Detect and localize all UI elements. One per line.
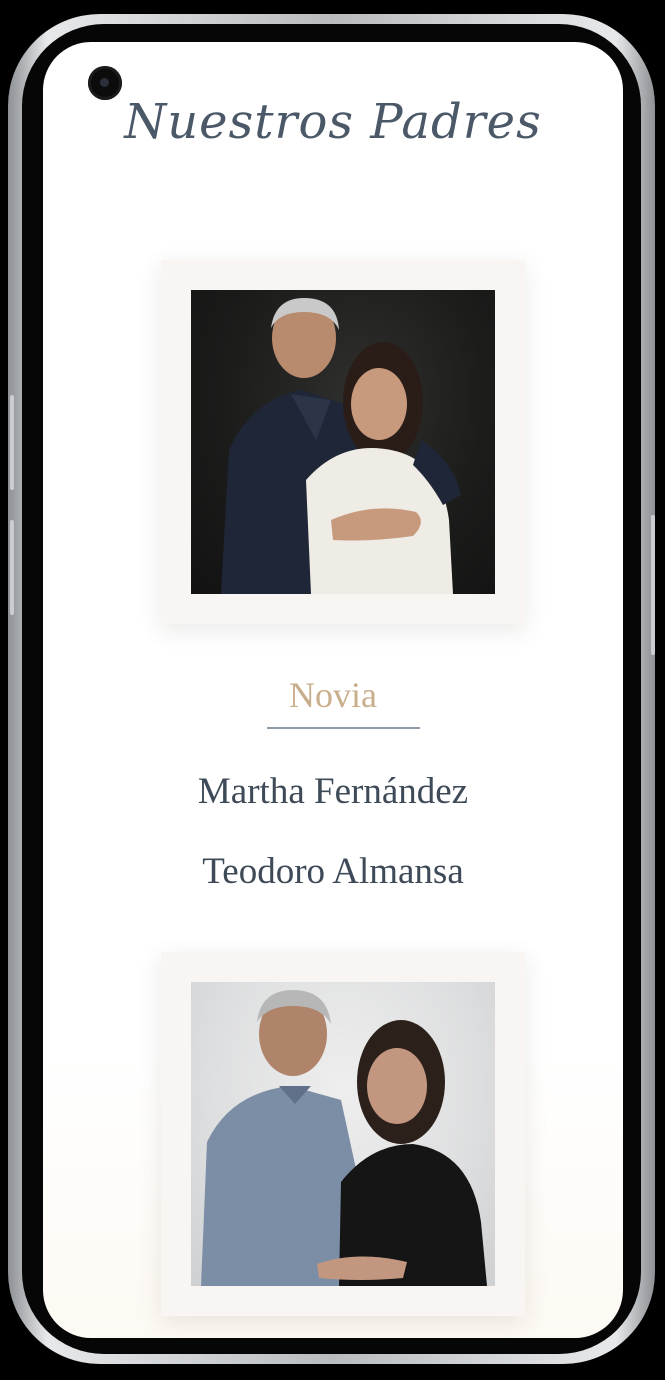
role-label-bride: Novia bbox=[289, 675, 377, 715]
parents-illustration-formal bbox=[221, 298, 461, 594]
power-button bbox=[651, 515, 655, 655]
photo-card-groom-parents-casual bbox=[161, 952, 525, 1316]
role-label-underline bbox=[267, 727, 420, 729]
volume-button-lower bbox=[10, 520, 14, 615]
section-title: Nuestros Padres bbox=[124, 94, 542, 150]
photo-card-bride-parents-formal bbox=[161, 260, 525, 624]
parents-photo-casual bbox=[191, 982, 495, 1286]
parent-name-father: Teodoro Almansa bbox=[202, 851, 464, 892]
phone-screen: Nuestros Padres Novia Martha Fernández T… bbox=[43, 42, 623, 1338]
volume-button bbox=[10, 395, 14, 490]
parents-illustration-casual bbox=[201, 990, 487, 1286]
parent-name-mother: Martha Fernández bbox=[197, 771, 469, 812]
parents-photo-formal bbox=[191, 290, 495, 594]
